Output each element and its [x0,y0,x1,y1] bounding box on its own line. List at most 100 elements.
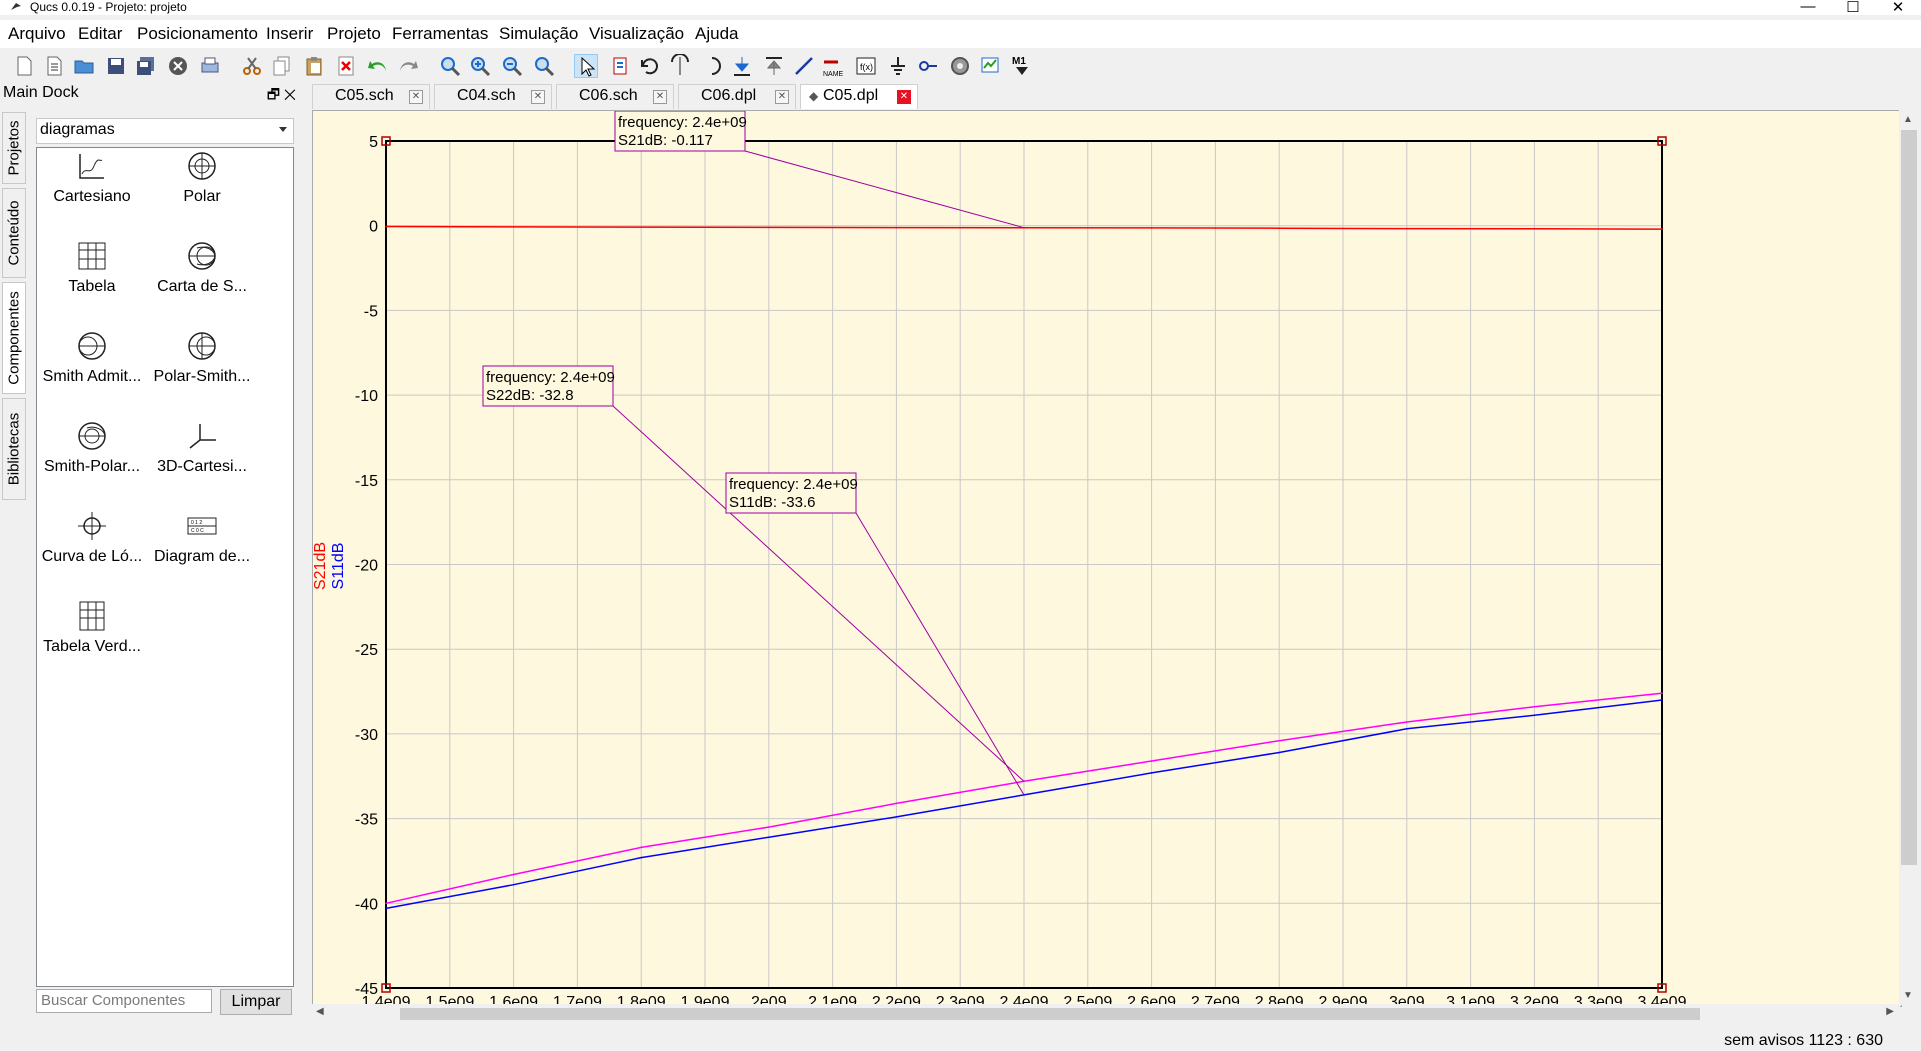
series-point-s22db [1406,721,1408,723]
tab-c05-sch[interactable]: C05.sch ✕ [312,84,430,109]
edit-properties-icon[interactable] [608,54,632,78]
print-icon[interactable] [198,54,222,78]
vtab-conteudo[interactable]: Conteúdo [2,188,26,278]
menu-inserir[interactable]: Inserir [266,24,313,44]
vertical-scrollbar[interactable]: ▲ ▼ [1899,110,1919,1005]
chevron-down-icon [279,127,287,132]
component-tabela-verdade[interactable]: Tabela Verd... [37,600,147,680]
menu-ajuda[interactable]: Ajuda [695,24,738,44]
vtab-projetos[interactable]: Projetos [2,112,26,184]
dock-buttons[interactable]: 🗗 ✕ [267,84,296,108]
vtab-bibliotecas[interactable]: Bibliotecas [2,398,26,500]
go-into-subcircuit-icon[interactable] [730,54,754,78]
diagram-canvas[interactable]: 1.4e09 1.5e09 1.6e09 1.7e09 1.8e09 1.9e09 2e09… [312,110,1902,1007]
zoom-1to1-icon[interactable] [532,54,556,78]
scroll-thumb[interactable] [400,1008,1700,1020]
component-tabela[interactable]: Tabela [37,240,147,320]
tab-c04-sch[interactable]: C04.sch ✕ [434,84,552,109]
maximize-button[interactable]: ☐ [1830,0,1876,16]
close-window-button[interactable]: ✕ [1875,0,1921,16]
wire-icon[interactable] [792,54,816,78]
select-icon[interactable] [574,54,598,78]
scroll-down-icon[interactable]: ▼ [1903,990,1913,1001]
component-smith-polar[interactable]: Smith-Polar... [37,420,147,500]
series-point-s11db [768,836,770,839]
simulate-icon[interactable] [948,54,972,78]
horizontal-scrollbar[interactable]: ◀ ▶ [312,1004,1900,1024]
component-smith-admitancia[interactable]: Smith Admit... [37,330,147,410]
marker-icon[interactable]: M1 [1010,54,1034,78]
port-icon[interactable] [916,54,940,78]
y-axis-label-s11: S11dB [330,543,347,590]
vtab-componentes[interactable]: Componentes [2,282,26,394]
new-file-icon[interactable] [12,54,36,78]
component-cartesiano[interactable]: Cartesiano [37,150,147,230]
menu-posicionamento[interactable]: Posicionamento [137,24,258,44]
save-all-icon[interactable] [134,54,158,78]
cut-icon[interactable] [240,54,264,78]
close-icon[interactable]: ✕ [409,90,423,104]
wire-label-icon[interactable]: NAME [822,54,846,78]
smith-polar-icon [78,422,106,450]
mirror-x-icon[interactable] [668,53,692,78]
marker-text: frequency: 2.4e+09 [618,114,747,131]
marker-pointer [855,512,1025,796]
y-tick-label: -30 [355,727,378,744]
menu-visualizacao[interactable]: Visualização [589,24,684,44]
close-icon[interactable]: ✕ [653,90,667,104]
scroll-up-icon[interactable]: ▲ [1903,114,1913,125]
rotate-icon[interactable] [638,54,662,78]
zoom-in-icon[interactable] [468,54,492,78]
component-3d-cartesiano[interactable]: 3D-Cartesi... [147,420,257,500]
close-icon[interactable] [166,54,190,78]
save-icon[interactable] [104,54,128,78]
category-select[interactable]: diagramas [36,118,294,144]
component-search[interactable] [36,989,212,1013]
menu-simulacao[interactable]: Simulação [499,24,578,44]
tab-c05-dpl[interactable]: ◆ C05.dpl ✕ [800,84,918,109]
component-diagrama-de-tempo[interactable]: 0 1 2C 0 C Diagram de... [147,510,257,590]
close-icon[interactable]: ✕ [531,90,545,104]
component-curva-de-locus[interactable]: Curva de Ló... [37,510,147,590]
undo-icon[interactable] [366,54,390,78]
paste-icon[interactable] [302,54,326,78]
series-point-s22db [1278,739,1280,742]
zoom-fit-icon[interactable] [438,54,462,78]
cartesian-plot[interactable]: 1.4e09 1.5e09 1.6e09 1.7e09 1.8e09 1.9e09 2e09… [313,111,1901,1006]
open-icon[interactable] [72,54,96,78]
menu-ferramentas[interactable]: Ferramentas [392,24,488,44]
pop-out-icon[interactable] [762,54,786,78]
equation-icon[interactable]: f(x) [854,54,878,78]
redo-icon[interactable] [396,54,420,78]
series-point-s21db [1533,227,1536,230]
series-point-s11db [385,907,387,910]
ground-icon[interactable] [886,54,910,78]
view-data-icon[interactable] [978,54,1002,78]
scroll-thumb[interactable] [1901,130,1917,865]
minimize-button[interactable]: — [1785,0,1831,16]
y-tick-label: -25 [355,642,378,659]
table-icon [78,242,106,270]
close-icon[interactable]: ✕ [775,90,789,104]
zoom-out-icon[interactable] [500,54,524,78]
component-list: Cartesiano Polar Tabela Carta de S... Sm… [36,147,294,987]
clear-button[interactable]: Limpar [220,989,292,1015]
component-polar[interactable]: Polar [147,150,257,230]
scroll-right-icon[interactable]: ▶ [1886,1006,1894,1017]
new-text-icon[interactable] [42,54,66,78]
component-carta-de-smith[interactable]: Carta de S... [147,240,257,320]
delete-icon[interactable] [334,54,358,78]
scroll-left-icon[interactable]: ◀ [316,1006,324,1017]
tab-c06-dpl[interactable]: C06.dpl ✕ [678,84,796,109]
menu-editar[interactable]: Editar [78,24,122,44]
mirror-y-icon[interactable] [704,54,728,78]
menu-projeto[interactable]: Projeto [327,24,381,44]
copy-icon[interactable] [270,54,294,78]
svg-text:M1: M1 [1012,56,1026,67]
search-input[interactable] [37,990,207,1010]
close-icon[interactable]: ✕ [897,90,911,104]
tab-c06-sch[interactable]: C06.sch ✕ [556,84,674,109]
menu-arquivo[interactable]: Arquivo [8,24,66,44]
cartesian-diagram-icon [79,154,104,179]
component-polar-smith[interactable]: Polar-Smith... [147,330,257,410]
